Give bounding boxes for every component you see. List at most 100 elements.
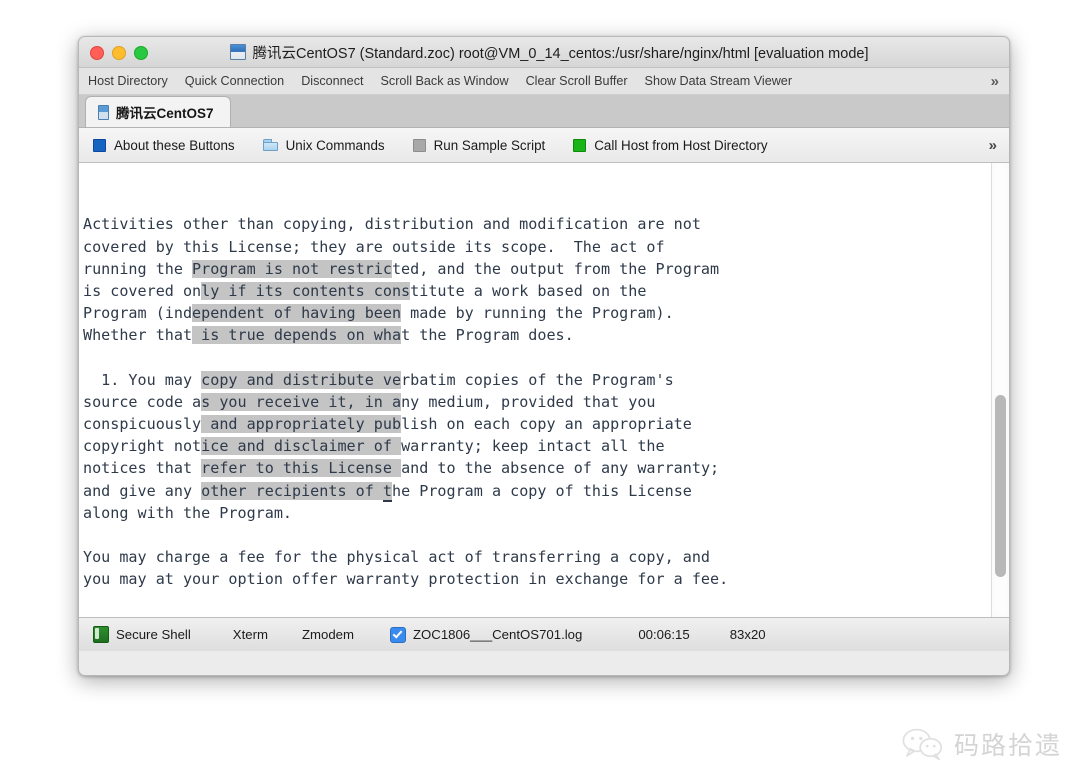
terminal-line: Activities other than copying, distribut… (81, 213, 991, 235)
terminal-span: Activities other than copying, distribut… (83, 215, 701, 234)
terminal-line: source code as you receive it, in any me… (81, 391, 991, 413)
terminal-line: You may charge a fee for the physical ac… (81, 546, 991, 568)
terminal-line: notices that refer to this License and t… (81, 457, 991, 479)
terminal-tab-icon (98, 104, 109, 120)
terminal-span: Program (ind (83, 304, 193, 323)
terminal-line: covered by this License; they are outsid… (81, 236, 991, 258)
button-label: Call Host from Host Directory (594, 137, 768, 153)
terminal-selection: is true depends on wha (192, 326, 402, 345)
status-connection[interactable]: Secure Shell (93, 626, 191, 643)
window-controls (90, 46, 148, 60)
status-logfile-label: ZOC1806___CentOS701.log (412, 627, 583, 642)
terminal-line: Whether that is true depends on what the… (81, 324, 991, 346)
terminal-span: titute a work based on the (410, 281, 647, 300)
terminal-line: along with the Program. (81, 502, 991, 524)
vertical-scrollbar[interactable] (991, 163, 1009, 617)
close-button[interactable] (90, 46, 104, 60)
button-call-host-from-host-directory[interactable]: Call Host from Host Directory (573, 137, 768, 153)
button-label: About these Buttons (114, 137, 235, 153)
status-bar: Secure Shell Xterm Zmodem ZOC1806___Cent… (79, 617, 1009, 651)
terminal-line: 1. You may copy and distribute verbatim … (81, 369, 991, 391)
menu-item-host-directory[interactable]: Host Directory (88, 74, 168, 88)
terminal-area[interactable]: Activities other than copying, distribut… (79, 163, 1009, 617)
gray-square-icon (412, 138, 426, 152)
terminal-line: you may at your option offer warranty pr… (81, 568, 991, 590)
terminal-span: he Program a copy of this License (391, 481, 692, 500)
status-logfile[interactable]: ZOC1806___CentOS701.log (389, 626, 583, 643)
terminal-span: warranty; keep intact all the (401, 437, 665, 456)
log-enabled-checkbox[interactable] (389, 626, 406, 643)
menu-item-clear-scroll-buffer[interactable]: Clear Scroll Buffer (526, 74, 628, 88)
menu-item-scroll-back-as-window[interactable]: Scroll Back as Window (381, 74, 509, 88)
terminal-span: covered by this License; they are outsid… (83, 237, 665, 256)
terminal-text[interactable]: Activities other than copying, distribut… (79, 163, 991, 617)
secure-shell-icon (93, 626, 109, 643)
terminal-span: ted, and the output from the Program (391, 259, 720, 278)
minimize-button[interactable] (112, 46, 126, 60)
button-unix-commands[interactable]: Unix Commands (262, 137, 385, 153)
terminal-line: Program (independent of having been made… (81, 302, 991, 324)
blue-square-icon (93, 138, 106, 152)
terminal-selection: Program is not restric (192, 259, 392, 278)
terminal-span: conspicuously (83, 415, 202, 434)
terminal-span: and to the absence of any warranty; (401, 459, 720, 478)
status-terminal-size: 83x20 (729, 627, 766, 642)
terminal-selection: ly if its contents cons (201, 281, 411, 300)
terminal-span: you may at your option offer warranty pr… (83, 570, 729, 589)
status-connection-label: Secure Shell (116, 627, 191, 642)
terminal-line: and give any other recipients of the Pro… (81, 480, 991, 502)
terminal-selection: s you receive it, in a (201, 392, 402, 411)
terminal-selection: ependent of having been (192, 304, 402, 323)
terminal-selection: other recipients of (201, 481, 383, 500)
window-title-group: 腾讯云CentOS7 (Standard.zoc) root@VM_0_14_c… (89, 42, 999, 63)
terminal-span: Whether that (83, 326, 193, 345)
terminal-span: running the (83, 259, 193, 278)
terminal-line: copyright notice and disclaimer of warra… (81, 435, 991, 457)
green-square-icon (573, 138, 587, 152)
terminal-span: copyright not (83, 437, 202, 456)
watermark: 码路拾遗 (902, 726, 1062, 762)
zoom-button[interactable] (134, 46, 148, 60)
buttonbar-overflow-icon[interactable]: » (989, 137, 997, 154)
terminal-span: along with the Program. (83, 503, 293, 522)
zoc-terminal-window: 腾讯云CentOS7 (Standard.zoc) root@VM_0_14_c… (78, 36, 1010, 676)
terminal-span: made by running the Program). (401, 304, 674, 323)
terminal-span: 1. You may (83, 370, 202, 389)
terminal-span: notices that (83, 459, 202, 478)
button-label: Unix Commands (285, 137, 385, 153)
status-emulation[interactable]: Xterm (233, 627, 268, 642)
terminal-span: and give any (83, 481, 202, 500)
tab-label: 腾讯云CentOS7 (116, 106, 214, 121)
button-run-sample-script[interactable]: Run Sample Script (412, 138, 545, 153)
terminal-line: conspicuously and appropriately publish … (81, 413, 991, 435)
menu-item-quick-connection[interactable]: Quick Connection (185, 74, 284, 88)
folder-icon (262, 139, 278, 151)
menu-item-disconnect[interactable]: Disconnect (301, 74, 363, 88)
terminal-span: t the Program does. (401, 326, 574, 345)
terminal-span: lish on each copy an appropriate (401, 415, 692, 434)
app-window-icon (229, 44, 246, 60)
terminal-selection: ice and disclaimer of (201, 437, 402, 456)
vim-status-line: -- VISUAL BLOCK -- 123,34 30% (79, 593, 991, 615)
terminal-selection: and appropriately pub (201, 415, 402, 434)
menubar-overflow-icon[interactable]: » (991, 73, 999, 90)
scrollbar-thumb[interactable] (995, 395, 1006, 577)
tab-tencent-centos7[interactable]: 腾讯云CentOS7 (85, 96, 231, 127)
wechat-icon (902, 728, 943, 761)
status-transfer-protocol[interactable]: Zmodem (302, 627, 354, 642)
button-bar: About these Buttons Unix Commands Run Sa… (79, 128, 1009, 163)
tabstrip: 腾讯云CentOS7 (79, 95, 1009, 128)
terminal-span: ny medium, provided that you (401, 392, 656, 411)
window-titlebar: 腾讯云CentOS7 (Standard.zoc) root@VM_0_14_c… (79, 37, 1009, 68)
terminal-span: source code a (83, 392, 202, 411)
terminal-line: is covered only if its contents constitu… (81, 280, 991, 302)
terminal-selection: copy and distribute ve (201, 370, 402, 389)
button-about-these-buttons[interactable]: About these Buttons (93, 138, 235, 153)
terminal-span: rbatim copies of the Program's (401, 370, 674, 389)
window-title: 腾讯云CentOS7 (Standard.zoc) root@VM_0_14_c… (252, 45, 869, 62)
menu-item-show-data-stream-viewer[interactable]: Show Data Stream Viewer (645, 74, 792, 88)
screen-root: 腾讯云CentOS7 (Standard.zoc) root@VM_0_14_c… (0, 0, 1080, 776)
terminal-cursor: t (382, 481, 392, 502)
